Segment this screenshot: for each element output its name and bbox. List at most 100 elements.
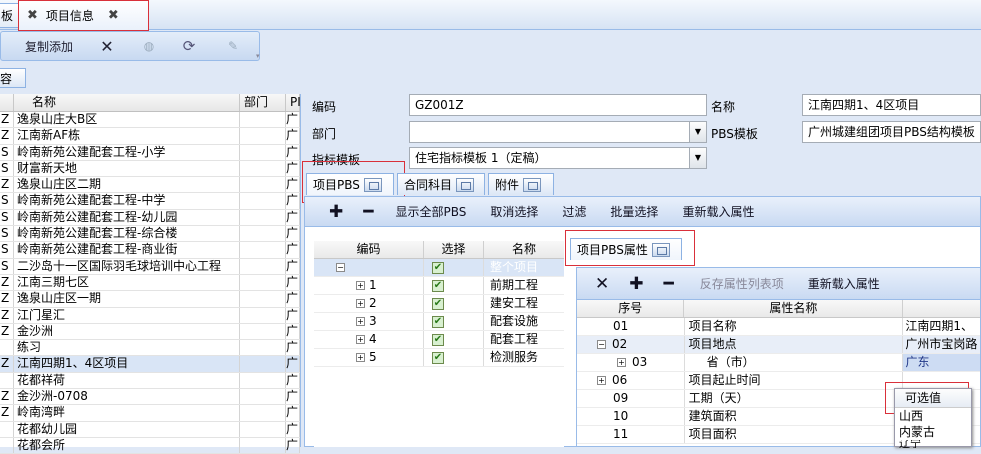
table-row[interactable]: Z 逸泉山庄大B区 广 [0, 112, 300, 129]
add-icon[interactable]: ✚ [629, 274, 643, 294]
table-row[interactable]: S 岭南新苑公建配套工程-中学 广 [0, 193, 300, 210]
table-row[interactable]: 花都祥荷 广 [0, 372, 300, 390]
table-row[interactable]: S 二沙岛十一区国际羽毛球培训中心工程 广 [0, 258, 300, 275]
pbs-col-name[interactable]: 名称 [484, 241, 564, 258]
expand-icon[interactable]: + [617, 358, 626, 367]
refresh-icon[interactable]: ⟳ [177, 32, 201, 60]
table-row[interactable]: S 岭南新苑公建配套工程-综合楼 广 [0, 226, 300, 243]
tab-contract-items[interactable]: 合同科目 [397, 173, 485, 195]
tab-attachments[interactable]: 附件 [488, 173, 554, 195]
table-row[interactable]: 练习 广 [0, 340, 300, 357]
remove-icon[interactable]: ━ [363, 202, 373, 222]
expand-icon[interactable]: + [356, 281, 365, 290]
chevron-down-icon[interactable]: ▼ [689, 122, 706, 142]
batch-select-button[interactable]: 批量选择 [610, 203, 658, 220]
attr-value[interactable]: 广东 [903, 354, 981, 371]
table-row[interactable]: Z 金沙洲-0708 广 [0, 389, 300, 406]
tree-row[interactable]: +2 ✔ 建安工程 [314, 295, 564, 313]
chevron-down-icon[interactable]: ▼ [689, 148, 706, 168]
table-row[interactable]: S 岭南新苑公建配套工程-小学 广 [0, 144, 300, 161]
expand-icon[interactable]: + [597, 376, 606, 385]
delete-icon[interactable]: ✕ [95, 32, 119, 60]
name-field[interactable]: 江南四期1、4区项目 [802, 94, 981, 116]
collapse-icon[interactable]: − [336, 263, 345, 272]
grid-col-code[interactable] [0, 94, 14, 111]
tree-row[interactable]: +1 ✔ 前期工程 [314, 277, 564, 295]
table-row[interactable]: 花都会所 广 [0, 437, 300, 454]
checkbox[interactable]: ✔ [432, 351, 444, 364]
cancel-select-button[interactable]: 取消选择 [490, 203, 538, 220]
grid-cell-dept [240, 340, 286, 356]
add-icon[interactable]: ✚ [329, 202, 343, 222]
close-icon[interactable]: ✖ [27, 8, 38, 23]
grid-col-name[interactable]: 名称 [14, 94, 240, 111]
table-row[interactable]: Z 江门星汇 广 [0, 307, 300, 324]
table-row[interactable]: Z 逸泉山庄区一期 广 [0, 291, 300, 308]
checkbox[interactable]: ✔ [432, 315, 444, 328]
attr-col-no[interactable]: 序号 [577, 300, 685, 317]
tool-icon[interactable]: ✎ [221, 32, 245, 60]
tab-options-icon[interactable] [523, 177, 542, 192]
reload-attributes-button[interactable]: 重新载入属性 [682, 203, 754, 220]
tab-project-pbs[interactable]: 项目PBS [306, 173, 394, 195]
tab-project-info[interactable]: ✖ 项目信息 ✖ [18, 0, 149, 31]
toolbar-overflow-icon[interactable]: ▾ [256, 52, 260, 60]
filter-button[interactable]: 过滤 [562, 203, 586, 220]
table-row[interactable]: Z 江南四期1、4区项目 广 [0, 356, 300, 373]
grid-col-pi[interactable]: PI [286, 94, 301, 111]
delete-icon[interactable]: ✕ [595, 274, 609, 294]
grid-col-dept[interactable]: 部门 [240, 94, 286, 111]
checkbox[interactable]: ✔ [432, 297, 444, 310]
save-attribute-list-button[interactable]: 反存属性列表项 [700, 275, 784, 292]
save-icon[interactable]: ◍ [137, 32, 161, 60]
tab-project-pbs-attributes[interactable]: 项目PBS属性 [570, 238, 682, 260]
collapse-icon[interactable]: − [597, 340, 606, 349]
pbs-col-code[interactable]: 编码 [314, 241, 424, 258]
pbs-col-select[interactable]: 选择 [424, 241, 484, 258]
attr-value[interactable]: 广州市宝岗路 [903, 336, 980, 353]
tab-options-icon[interactable] [651, 242, 670, 257]
tree-row[interactable]: +3 ✔ 配套设施 [314, 313, 564, 331]
popup-option[interactable]: 内蒙古 [895, 424, 971, 440]
attr-col-value[interactable] [903, 300, 980, 317]
code-field[interactable]: GZ001Z [409, 94, 707, 116]
grid-cell-pi: 广 [286, 307, 300, 323]
show-all-pbs-button[interactable]: 显示全部PBS [396, 203, 467, 220]
expand-icon[interactable]: + [356, 353, 365, 362]
expand-icon[interactable]: + [356, 317, 365, 326]
table-row[interactable]: S 岭南新苑公建配套工程-幼儿园 广 [0, 209, 300, 227]
attribute-row[interactable]: −02 项目地点 广州市宝岗路 [577, 336, 980, 354]
close-icon[interactable]: ✖ [108, 8, 119, 23]
table-row[interactable]: Z 金沙洲 广 [0, 323, 300, 341]
table-row[interactable]: Z 江南三期七区 广 [0, 274, 300, 292]
pbs-template-field[interactable]: 广州城建组团项目PBS结构模板 [802, 121, 981, 143]
reload-attributes-button[interactable]: 重新载入属性 [808, 275, 880, 292]
attr-col-name[interactable]: 属性名称 [684, 300, 904, 317]
remove-icon[interactable]: ━ [664, 274, 674, 294]
attribute-row[interactable]: 01 项目名称 江南四期1、 [577, 318, 980, 336]
popup-option[interactable]: 山西 [895, 408, 971, 424]
tab-options-icon[interactable] [363, 177, 382, 192]
tab-content[interactable]: 容 [0, 68, 26, 88]
table-row[interactable]: S 财富新天地 广 [0, 160, 300, 178]
table-row[interactable]: Z 岭南湾畔 广 [0, 405, 300, 422]
copy-add-button[interactable]: 复制添加 [17, 32, 81, 60]
expand-icon[interactable]: + [356, 299, 365, 308]
checkbox[interactable]: ✔ [432, 279, 444, 292]
tab-options-icon[interactable] [456, 177, 475, 192]
attr-value[interactable]: 江南四期1、 [903, 318, 980, 335]
index-template-select[interactable]: 住宅指标模板 1（定稿） ▼ [409, 147, 707, 169]
tree-row[interactable]: − ✔ 整个项目 [314, 259, 564, 277]
tree-row[interactable]: +5 ✔ 检测服务 [314, 349, 564, 367]
table-row[interactable]: S 岭南新苑公建配套工程-商业街 广 [0, 242, 300, 259]
attribute-row[interactable]: +03 省（市） 广东 [577, 354, 981, 372]
dept-select[interactable]: ▼ [409, 121, 707, 143]
options-popup: 可选值 山西 内蒙古 辽宁 [894, 388, 972, 448]
checkbox[interactable]: ✔ [432, 333, 444, 346]
table-row[interactable]: Z 逸泉山庄区二期 广 [0, 177, 300, 194]
table-row[interactable]: Z 江南新AF栋 广 [0, 128, 300, 145]
tree-row[interactable]: +4 ✔ 配套工程 [314, 331, 564, 349]
table-row[interactable]: 花都幼儿园 广 [0, 421, 300, 438]
checkbox[interactable]: ✔ [432, 261, 444, 274]
expand-icon[interactable]: + [356, 335, 365, 344]
